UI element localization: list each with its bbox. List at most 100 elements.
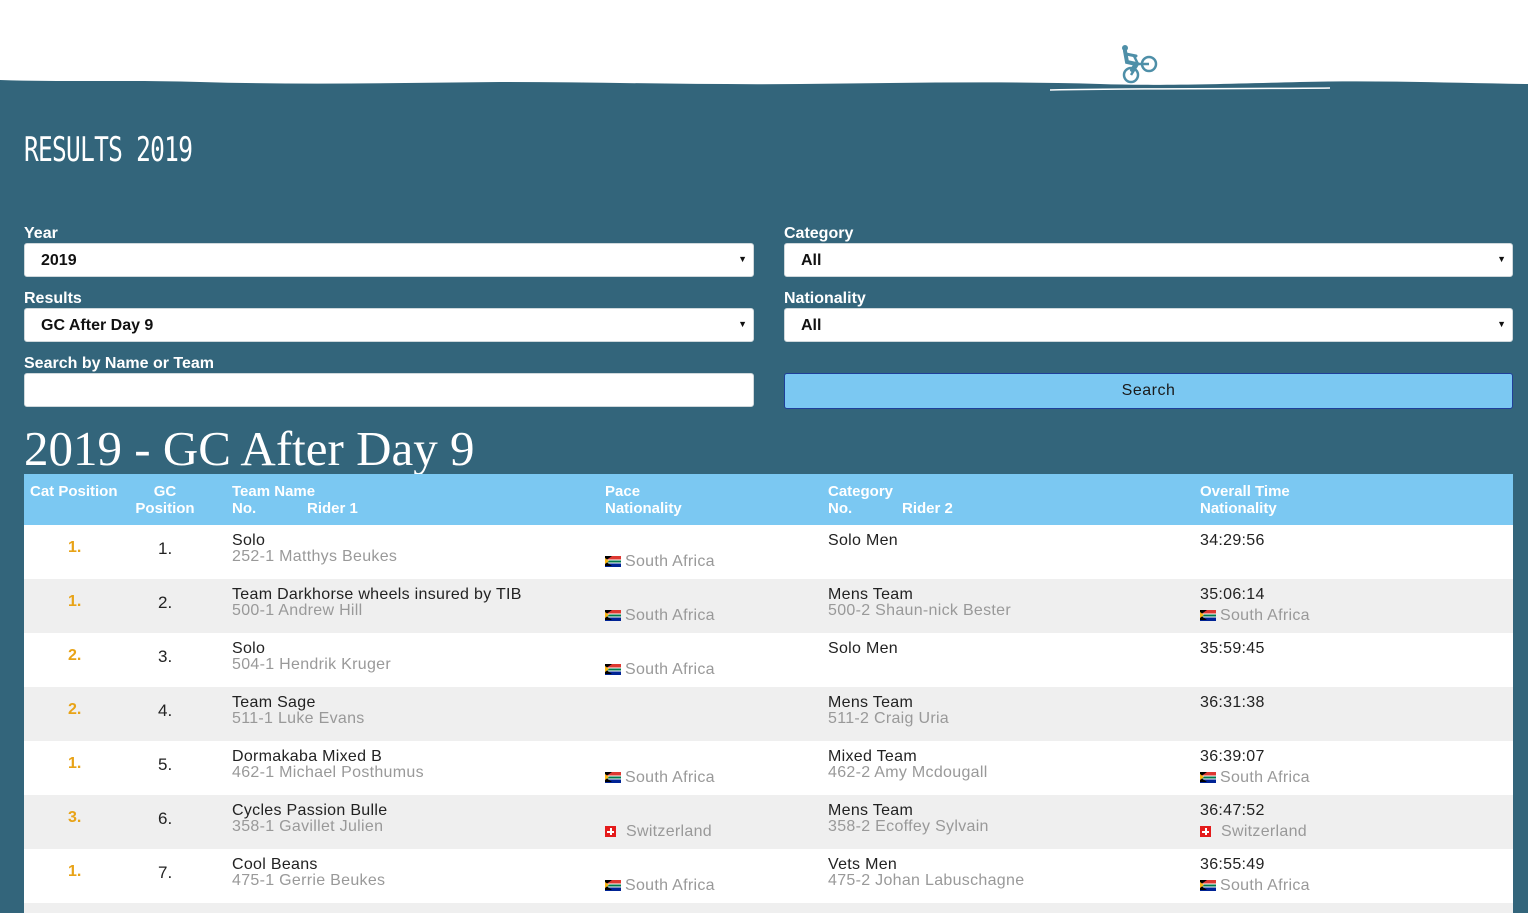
table-row: 2. 4. Team Sage 511-1 Luke Evans Mens Te…: [24, 687, 1513, 741]
rider1: 511-1 Luke Evans: [232, 710, 365, 727]
rider2-nationality: South Africa: [1200, 607, 1310, 625]
cyclist-icon[interactable]: [1116, 42, 1160, 86]
caret-down-icon: ▼: [1497, 319, 1506, 329]
nationality-select[interactable]: All ▼: [784, 308, 1513, 342]
nationality-label: Nationality: [784, 290, 866, 307]
overall-time: 35:06:14: [1200, 586, 1265, 603]
rider1: 462-1 Michael Posthumus: [232, 764, 424, 781]
category-name: Solo Men: [828, 640, 898, 657]
table-row: 1. 5. Dormakaba Mixed B 462-1 Michael Po…: [24, 741, 1513, 795]
rider1: 504-1 Hendrik Kruger: [232, 656, 391, 673]
site-header: [0, 0, 1528, 92]
col-cat-position: Cat Position: [30, 483, 118, 500]
switzerland-flag-icon: [605, 826, 616, 837]
rider1-nationality: South Africa: [605, 661, 715, 679]
south-africa-flag-icon: [605, 610, 621, 621]
search-button[interactable]: Search: [784, 373, 1513, 409]
rider2-nationality: Switzerland: [1200, 823, 1307, 841]
cat-position: 1.: [68, 539, 82, 556]
nationality-text: South Africa: [625, 661, 715, 678]
rider1: 475-1 Gerrie Beukes: [232, 872, 386, 889]
cat-position: 2.: [68, 647, 82, 664]
category-select-value: All: [801, 252, 822, 269]
col-category: Category: [828, 483, 894, 500]
switzerland-flag-icon: [1200, 826, 1211, 837]
results-select-value: GC After Day 9: [41, 317, 154, 334]
gc-position: 6.: [158, 809, 173, 828]
rider2: 358-2 Ecoffey Sylvain: [828, 818, 989, 835]
overall-time: 34:29:56: [1200, 532, 1265, 549]
table-header: Cat Position GC Position Team Name No. R…: [24, 474, 1513, 525]
overall-time: 36:47:52: [1200, 802, 1265, 819]
rider1-nationality: South Africa: [605, 607, 715, 625]
nationality-text: South Africa: [1220, 769, 1310, 786]
nationality-text: Switzerland: [1221, 823, 1308, 840]
category-select[interactable]: All ▼: [784, 243, 1513, 277]
rider1: 500-1 Andrew Hill: [232, 602, 363, 619]
rider2-nationality: South Africa: [1200, 877, 1310, 895]
results-heading: 2019 - GC After Day 9: [24, 421, 475, 476]
year-select[interactable]: 2019 ▼: [24, 243, 754, 277]
year-label: Year: [24, 225, 58, 242]
search-label: Search by Name or Team: [24, 355, 215, 372]
rider2: 462-2 Amy Mcdougall: [828, 764, 988, 781]
page-title: RESULTS 2019: [24, 130, 193, 170]
rider1-nationality: South Africa: [605, 553, 715, 571]
table-row: 3. 6. Cycles Passion Bulle 358-1 Gaville…: [24, 795, 1513, 849]
col-gc-label: GC: [153, 483, 177, 500]
rider2: 500-2 Shaun-nick Bester: [828, 602, 1012, 619]
caret-down-icon: ▼: [738, 319, 747, 329]
nationality-text: South Africa: [625, 877, 715, 894]
results-select[interactable]: GC After Day 9 ▼: [24, 308, 754, 342]
caret-down-icon: ▼: [738, 254, 747, 264]
nationality-select-value: All: [801, 317, 822, 334]
overall-time: 36:31:38: [1200, 694, 1265, 711]
table-row: [24, 903, 1513, 913]
header-wave: [0, 0, 1528, 91]
nationality-text: South Africa: [1220, 877, 1310, 894]
gc-position: 3.: [158, 647, 173, 666]
results-table: Cat Position GC Position Team Name No. R…: [24, 474, 1513, 913]
nationality-text: South Africa: [625, 769, 715, 786]
nationality-text: South Africa: [625, 553, 715, 570]
table-row: 1. 1. Solo 252-1 Matthys Beukes South Af…: [24, 525, 1513, 579]
cat-position: 3.: [68, 809, 82, 826]
col-nationality2: Nationality: [1200, 500, 1277, 517]
table-row: 1. 2. Team Darkhorse wheels insured by T…: [24, 579, 1513, 633]
rider2-nationality: South Africa: [1200, 769, 1310, 787]
search-input[interactable]: [24, 373, 754, 407]
year-select-value: 2019: [41, 252, 77, 269]
rider2: 475-2 Johan Labuschagne: [828, 872, 1025, 889]
south-africa-flag-icon: [1200, 772, 1216, 783]
gc-position: 1.: [158, 539, 173, 558]
col-rider2: Rider 2: [902, 500, 953, 517]
south-africa-flag-icon: [605, 556, 621, 567]
overall-time: 36:55:49: [1200, 856, 1265, 873]
gc-position: 7.: [158, 863, 173, 882]
south-africa-flag-icon: [1200, 610, 1216, 621]
nationality-text: South Africa: [625, 607, 715, 624]
nationality-text: Switzerland: [626, 823, 713, 840]
col-nationality: Nationality: [605, 500, 682, 517]
caret-down-icon: ▼: [1497, 254, 1506, 264]
rider1-nationality: South Africa: [605, 877, 715, 895]
results-label: Results: [24, 290, 82, 307]
col-no: No.: [232, 500, 257, 517]
cat-position: 1.: [68, 863, 82, 880]
cat-position: 1.: [68, 755, 82, 772]
col-position-label: Position: [135, 500, 195, 517]
col-gc-position: GC Position: [135, 483, 195, 517]
south-africa-flag-icon: [605, 772, 621, 783]
category-name: Solo Men: [828, 532, 898, 549]
rider2: 511-2 Craig Uria: [828, 710, 949, 727]
cat-position: 2.: [68, 701, 82, 718]
gc-position: 5.: [158, 755, 173, 774]
col-rider1: Rider 1: [307, 500, 358, 517]
table-row: 1. 7. Cool Beans 475-1 Gerrie Beukes Sou…: [24, 849, 1513, 903]
rider1-nationality: Switzerland: [605, 823, 712, 841]
category-label: Category: [784, 225, 854, 242]
overall-time: 36:39:07: [1200, 748, 1265, 765]
col-team-name: Team Name: [232, 483, 316, 500]
overall-time: 35:59:45: [1200, 640, 1265, 657]
south-africa-flag-icon: [605, 880, 621, 891]
